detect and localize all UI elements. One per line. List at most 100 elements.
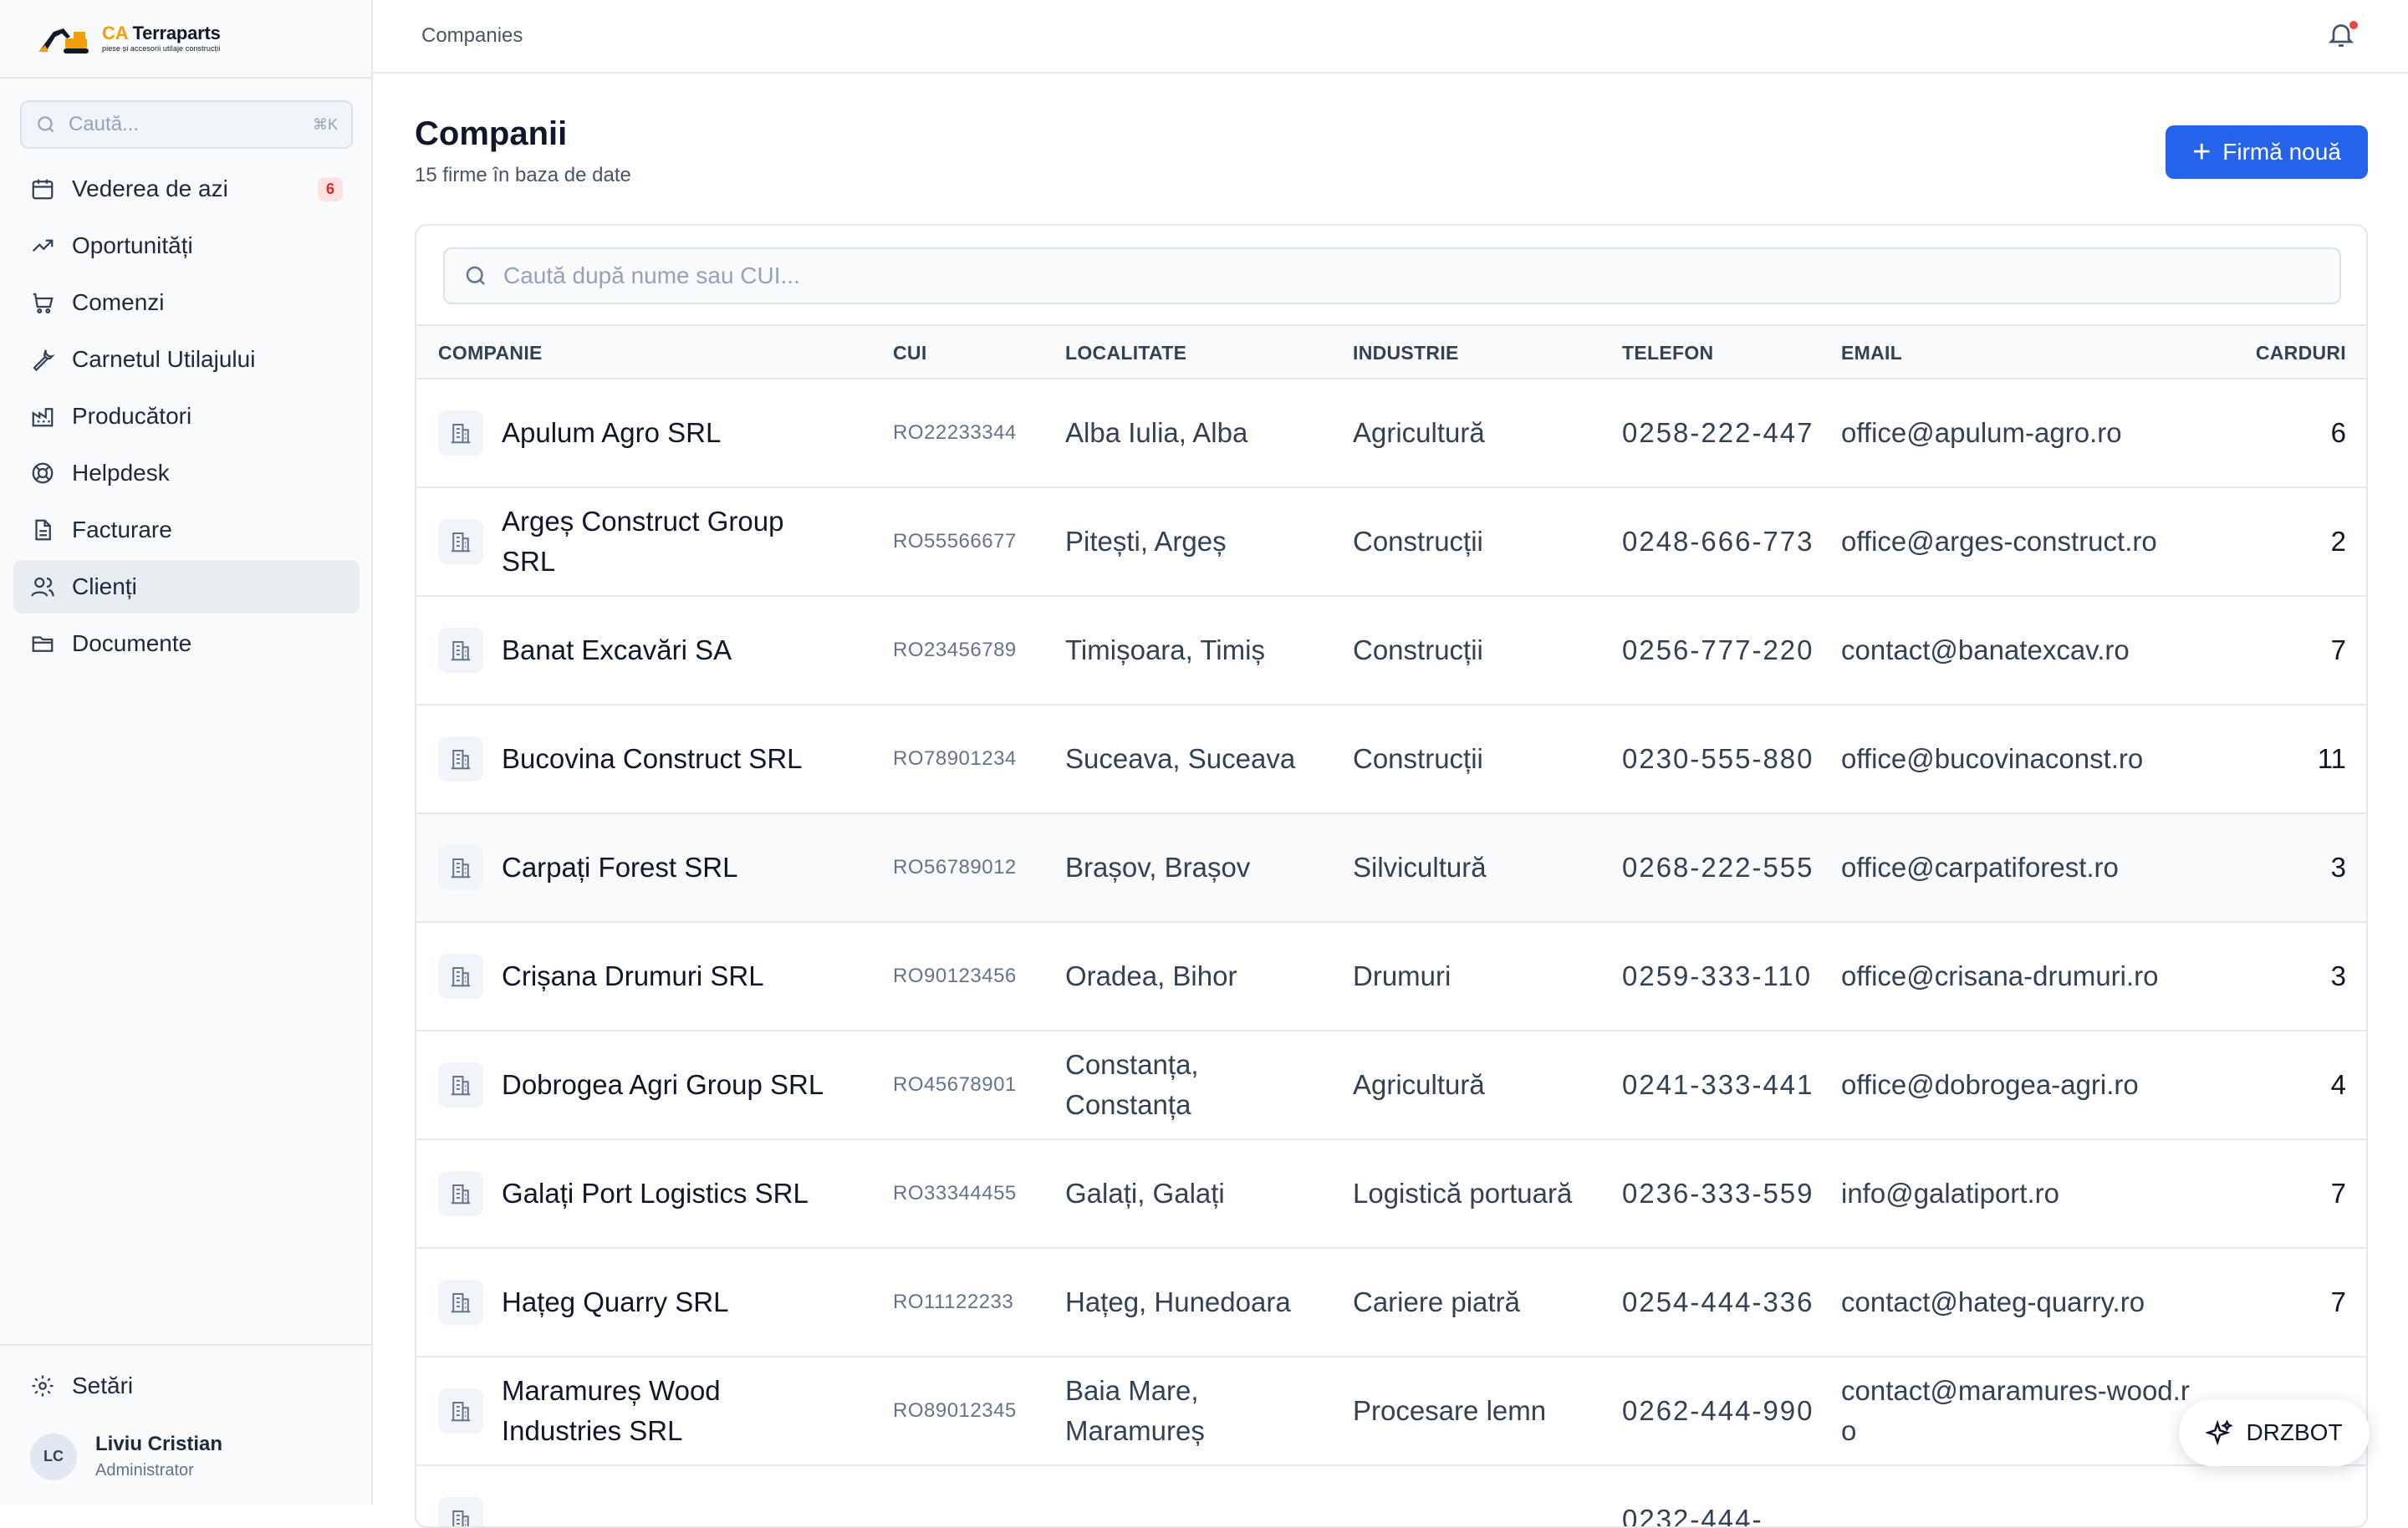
table-row[interactable]: Carpați Forest SRL RO56789012 Brașov, Braș… xyxy=(416,814,2366,923)
user-profile[interactable]: LC Liviu Cristian Administrator xyxy=(30,1433,222,1480)
users-icon xyxy=(31,577,54,597)
company-email[interactable]: contact@hateg-quarry.ro xyxy=(1841,1249,2192,1356)
company-name[interactable]: Galați Port Logistics SRL xyxy=(502,1174,836,1214)
company-cui: RO33344455 xyxy=(893,1182,1017,1205)
sidebar-item-label: Carnetul Utilajului xyxy=(72,346,256,372)
company-email[interactable] xyxy=(1841,1466,2192,1526)
building-icon xyxy=(438,1062,483,1108)
company-email[interactable]: info@galatiport.ro xyxy=(1841,1140,2192,1247)
company-phone: 0256-777-220 xyxy=(1622,634,1814,665)
company-industry xyxy=(1353,1466,1595,1526)
table-row[interactable]: Maramureș Wood Industries SRL RO89012345 B… xyxy=(416,1357,2366,1466)
company-name[interactable]: Apulum Agro SRL xyxy=(502,413,836,453)
company-name[interactable]: Hațeg Quarry SRL xyxy=(502,1282,836,1322)
company-cards-count: 3 xyxy=(2330,960,2346,991)
table-row[interactable]: Bucovina Construct SRL RO78901234 Suceava,… xyxy=(416,705,2366,814)
table-row[interactable]: Hațeg Quarry SRL RO11122233 Hațeg, Hunedoa… xyxy=(416,1249,2366,1357)
company-email[interactable]: office@dobrogea-agri.ro xyxy=(1841,1031,2192,1138)
company-locality xyxy=(1065,1466,1324,1526)
company-cui: RO45678901 xyxy=(893,1073,1017,1096)
sidebar-item-facturare[interactable]: Facturare xyxy=(13,503,360,557)
company-name[interactable]: Maramureș Wood Industries SRL xyxy=(502,1371,836,1451)
company-name[interactable]: Bucovina Construct SRL xyxy=(502,739,836,779)
column-header-carduri[interactable]: CARDURI xyxy=(2256,326,2346,379)
topbar: Companies xyxy=(373,0,2408,74)
brand-name: Terraparts xyxy=(132,23,221,43)
company-industry: Procesare lemn xyxy=(1353,1395,1547,1426)
column-header-email[interactable]: EMAIL xyxy=(1841,326,1902,379)
company-email[interactable]: office@bucovinaconst.ro xyxy=(1841,705,2192,812)
table-row[interactable]: Dobrogea Agri Group SRL RO45678901 Constan… xyxy=(416,1031,2366,1140)
sidebar-item-setari[interactable]: Setări xyxy=(13,1361,360,1411)
column-header-telefon[interactable]: TELEFON xyxy=(1622,326,1713,379)
folder-icon xyxy=(32,636,54,652)
company-search-placeholder: Caută după nume sau CUI... xyxy=(503,262,800,288)
company-locality: Alba Iulia, Alba xyxy=(1065,417,1248,448)
table-row[interactable]: 0232-444- xyxy=(416,1466,2366,1528)
company-industry: Drumuri xyxy=(1353,960,1451,991)
lifebuoy-icon xyxy=(32,462,54,484)
column-header-localitate[interactable]: LOCALITATE xyxy=(1065,326,1186,379)
brand-logo[interactable]: CA Terraparts piese și accesorii utilaje… xyxy=(0,0,371,79)
building-icon xyxy=(438,1388,483,1434)
column-header-companie[interactable]: COMPANIE xyxy=(438,326,543,379)
sidebar-item-oportunitati[interactable]: Oportunități xyxy=(13,219,360,272)
column-header-industrie[interactable]: INDUSTRIE xyxy=(1353,326,1459,379)
company-email[interactable]: office@arges-construct.ro xyxy=(1841,488,2192,595)
company-cards-count: 6 xyxy=(2330,417,2346,448)
company-search-input[interactable]: Caută după nume sau CUI... xyxy=(443,247,2341,304)
drzbot-button[interactable]: DRZBOT xyxy=(2179,1399,2370,1466)
column-header-cui[interactable]: CUI xyxy=(893,326,927,379)
sidebar-item-label: Documente xyxy=(72,630,192,656)
table-row[interactable]: Argeș Construct Group SRL RO55566677 Piteș… xyxy=(416,488,2366,597)
company-email[interactable]: office@carpatiforest.ro xyxy=(1841,814,2192,921)
new-company-button[interactable]: + Firmă nouă xyxy=(2166,125,2368,179)
companies-card: Caută după nume sau CUI... COMPANIE CUI … xyxy=(415,224,2368,1528)
company-name[interactable]: Dobrogea Agri Group SRL xyxy=(502,1065,836,1105)
company-industry: Cariere piatră xyxy=(1353,1286,1520,1317)
building-icon xyxy=(438,1497,483,1526)
company-phone: 0232-444- xyxy=(1622,1504,1763,1528)
company-cui: RO78901234 xyxy=(893,747,1017,770)
brand-prefix: CA xyxy=(102,23,128,43)
trending-up-icon xyxy=(32,239,54,252)
company-industry: Construcții xyxy=(1353,526,1483,557)
brand-tagline: piese și accesorii utilaje construcții xyxy=(102,44,221,53)
company-industry: Logistică portuară xyxy=(1353,1178,1573,1209)
breadcrumb[interactable]: Companies xyxy=(421,24,2326,48)
sidebar-item-carnetul-utilajului[interactable]: Carnetul Utilajului xyxy=(13,333,360,386)
company-name[interactable]: Carpați Forest SRL xyxy=(502,848,836,888)
company-industry: Agricultură xyxy=(1353,417,1485,448)
sidebar-item-label: Clienți xyxy=(72,573,137,599)
sidebar-search[interactable]: Caută... ⌘K xyxy=(20,100,353,149)
table-row[interactable]: Banat Excavări SA RO23456789 Timișoara, Ti… xyxy=(416,597,2366,705)
notifications-button[interactable] xyxy=(2326,19,2360,53)
company-locality: Galați, Galați xyxy=(1065,1178,1225,1209)
table-row[interactable]: Galați Port Logistics SRL RO33344455 Galaț… xyxy=(416,1140,2366,1249)
sidebar-item-vederea-de-azi[interactable]: Vederea de azi 6 xyxy=(13,162,360,216)
table-row[interactable]: Crișana Drumuri SRL RO90123456 Oradea, Bih… xyxy=(416,923,2366,1031)
new-company-label: Firmă nouă xyxy=(2222,139,2341,165)
building-icon xyxy=(438,736,483,782)
company-name[interactable]: Crișana Drumuri SRL xyxy=(502,956,836,996)
company-name[interactable]: Banat Excavări SA xyxy=(502,630,836,670)
company-phone: 0230-555-880 xyxy=(1622,743,1814,774)
sidebar-item-clienti[interactable]: Clienți xyxy=(13,560,360,614)
table-body: Apulum Agro SRL RO22233344 Alba Iulia, Alb… xyxy=(416,379,2366,1528)
company-email[interactable]: office@crisana-drumuri.ro xyxy=(1841,923,2192,1030)
avatar: LC xyxy=(30,1433,77,1480)
sidebar-item-documente[interactable]: Documente xyxy=(13,617,360,670)
company-email[interactable]: contact@maramures-wood.ro xyxy=(1841,1357,2192,1464)
user-role: Administrator xyxy=(95,1461,194,1480)
sidebar-item-comenzi[interactable]: Comenzi xyxy=(13,276,360,329)
company-cards-count: 3 xyxy=(2330,852,2346,883)
company-cui: RO90123456 xyxy=(893,965,1017,987)
company-email[interactable]: contact@banatexcav.ro xyxy=(1841,597,2192,704)
sidebar-item-helpdesk[interactable]: Helpdesk xyxy=(13,446,360,500)
company-email[interactable]: office@apulum-agro.ro xyxy=(1841,379,2192,486)
company-name[interactable]: Argeș Construct Group SRL xyxy=(502,502,836,582)
building-icon xyxy=(438,1171,483,1216)
table-row[interactable]: Apulum Agro SRL RO22233344 Alba Iulia, Alb… xyxy=(416,379,2366,488)
sidebar-item-producatori[interactable]: Producători xyxy=(13,390,360,443)
building-icon xyxy=(438,954,483,999)
